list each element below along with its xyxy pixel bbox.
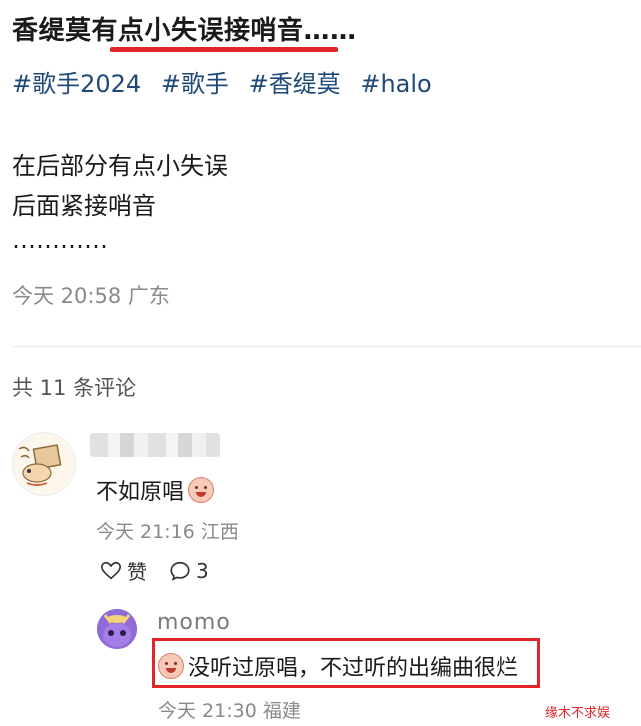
blurred-username[interactable] [90, 433, 220, 457]
post-body-line: 后面紧接哨音 [12, 192, 156, 220]
comment-meta: 今天 21:16 江西 [96, 521, 239, 543]
reply-username[interactable]: momo [157, 610, 231, 635]
reply-text: 没听过原唱，不过听的出编曲很烂 [158, 650, 518, 682]
comment-text: 不如原唱 [96, 474, 215, 506]
like-button[interactable]: 赞 [100, 556, 147, 585]
post-meta: 今天 20:58 广东 [12, 284, 170, 308]
reply-text-content: 没听过原唱，不过听的出编曲很烂 [188, 656, 519, 681]
post-tags: #歌手2024 #歌手 #香缇莫 #halo [12, 64, 444, 99]
crying-face-emoji-icon [188, 477, 215, 503]
title-highlight-underline [110, 47, 338, 52]
tag-link[interactable]: #歌手2024 [12, 70, 141, 98]
post-title: 香缇莫有点小失误接哨音…… [12, 16, 357, 46]
like-label: 赞 [127, 560, 147, 584]
pig-face-emoji-icon [158, 653, 184, 679]
comment-bubble-icon [170, 561, 190, 581]
reply-count: 3 [196, 558, 209, 583]
reply-button[interactable]: 3 [169, 559, 209, 583]
watermark: 缘木不求娱 [545, 706, 611, 721]
tag-link[interactable]: #歌手 [161, 70, 229, 98]
reply-meta: 今天 21:30 福建 [158, 700, 301, 722]
divider [12, 346, 641, 347]
avatar[interactable] [97, 609, 137, 649]
comment-actions: 赞 3 [100, 556, 231, 585]
comment-count: 共 11 条评论 [12, 376, 137, 400]
post-body-line: 在后部分有点小失误 [12, 152, 228, 180]
comment-text-content: 不如原唱 [96, 480, 185, 505]
tag-link[interactable]: #香缇莫 [249, 70, 341, 98]
tag-link[interactable]: #halo [360, 70, 431, 98]
avatar[interactable] [12, 432, 76, 496]
post-body-line: ………… [12, 226, 108, 254]
heart-icon [101, 561, 121, 579]
